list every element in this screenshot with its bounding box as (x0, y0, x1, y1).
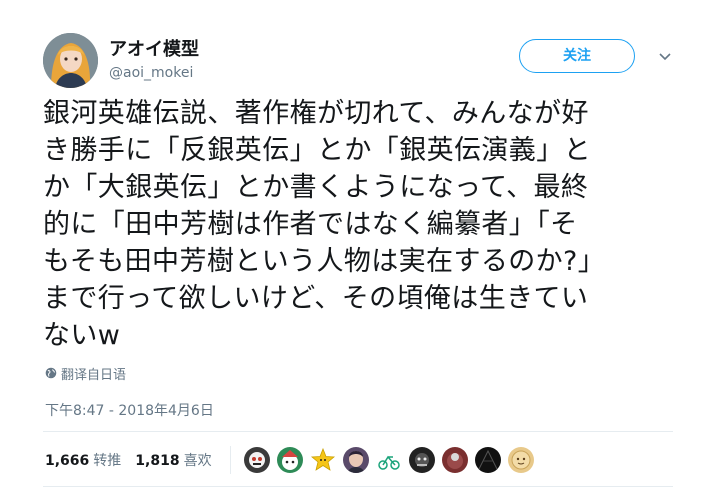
liker-avatar[interactable] (507, 447, 534, 473)
like-count-label: 喜欢 (183, 453, 212, 469)
liker-avatars (243, 447, 541, 473)
liker-avatar[interactable] (441, 447, 468, 473)
liker-avatar[interactable] (309, 447, 336, 473)
tweet-text-line: もそも田中芳樹という人物は実在するのか?」 (43, 246, 606, 277)
tweet-text-line: か「大銀英伝」とか書くようになって、最終 (43, 172, 589, 203)
stats-divider (229, 446, 231, 474)
retweet-count-number: 1,666 (45, 453, 90, 469)
liker-avatar[interactable] (474, 447, 501, 473)
retweet-count-label: 转推 (93, 453, 122, 469)
user-handle[interactable]: @aoi_mokei (109, 63, 199, 83)
tweet-text-line: き勝手に「反銀英伝」とか「銀英伝演義」と (43, 135, 591, 166)
liker-avatar[interactable] (375, 447, 402, 473)
translate-label[interactable]: 翻译自日语 (61, 364, 126, 383)
tweet-text-line: 銀河英雄伝説、著作権が切れて、みんなが好 (43, 98, 589, 129)
follow-button[interactable]: 关注 (519, 39, 635, 73)
tweet-text-line: ないw (43, 320, 121, 351)
chevron-down-icon[interactable] (657, 49, 673, 63)
divider (43, 431, 673, 432)
user-avatar[interactable] (43, 33, 98, 88)
globe-icon (45, 367, 57, 379)
like-count[interactable]: 1,818 喜欢 (135, 450, 211, 470)
liker-avatar[interactable] (342, 447, 369, 473)
retweet-count[interactable]: 1,666 转推 (45, 450, 121, 470)
tweet-timestamp[interactable]: 下午8:47 - 2018年4月6日 (45, 400, 214, 420)
tweet-card: アオイ模型 @aoi_mokei 关注 銀河英雄伝説、著作権が切れて、みんなが好… (0, 0, 716, 498)
liker-avatar[interactable] (276, 447, 303, 473)
tweet-text: 銀河英雄伝説、著作権が切れて、みんなが好 き勝手に「反銀英伝」とか「銀英伝演義」… (43, 95, 683, 354)
tweet-text-line: 的に「田中芳樹は作者ではなく編纂者」「そ (43, 209, 578, 240)
liker-avatar[interactable] (243, 447, 270, 473)
tweet-header: アオイ模型 @aoi_mokei 关注 (43, 33, 683, 91)
tweet-stats: 1,666 转推 1,818 喜欢 (45, 446, 541, 474)
display-name[interactable]: アオイ模型 (109, 39, 199, 61)
tweet-text-line: まで行って欲しいけど、その頃俺は生きてい (43, 283, 589, 314)
liker-avatar[interactable] (408, 447, 435, 473)
translate-link[interactable]: 翻译自日语 (45, 364, 126, 383)
divider (43, 486, 673, 487)
like-count-number: 1,818 (135, 453, 180, 469)
user-names: アオイ模型 @aoi_mokei (109, 39, 199, 83)
